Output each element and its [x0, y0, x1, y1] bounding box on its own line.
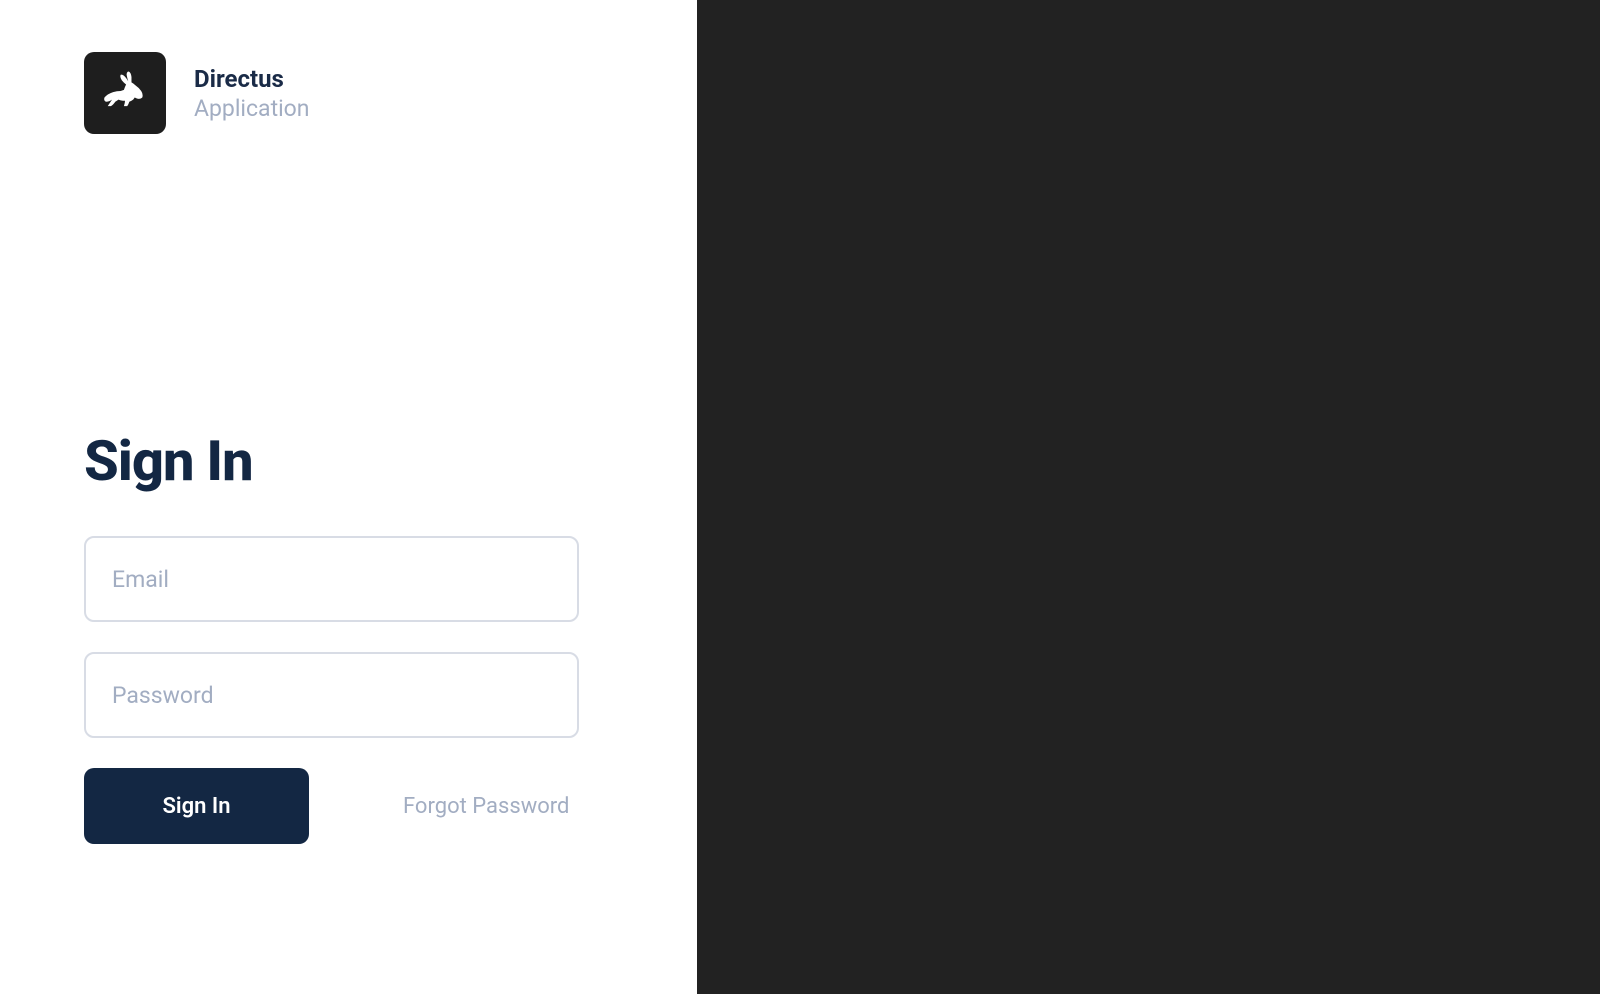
signin-button[interactable]: Sign In	[84, 768, 309, 844]
page-title: Sign In	[84, 428, 613, 494]
forgot-password-link[interactable]: Forgot Password	[403, 794, 569, 819]
brand-title: Directus	[194, 65, 310, 93]
background-panel	[697, 0, 1600, 994]
logo-box	[84, 52, 166, 134]
brand-subtitle: Application	[194, 95, 310, 122]
actions-row: Sign In Forgot Password	[84, 768, 613, 844]
password-field[interactable]	[84, 652, 579, 738]
rabbit-icon	[98, 64, 152, 122]
login-panel: Directus Application Sign In Sign In For…	[0, 0, 697, 994]
brand-text: Directus Application	[194, 65, 310, 122]
signin-form: Sign In Sign In Forgot Password	[84, 428, 613, 844]
email-field[interactable]	[84, 536, 579, 622]
header: Directus Application	[84, 52, 613, 134]
